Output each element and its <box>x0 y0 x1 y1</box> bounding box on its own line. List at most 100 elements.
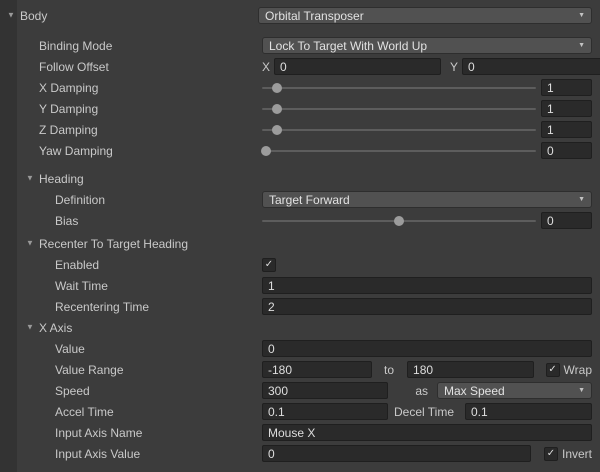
check-icon: ✓ <box>548 365 556 375</box>
axis-y-label: Y <box>450 60 458 74</box>
row-x-damping: X Damping <box>0 77 600 98</box>
check-icon: ✓ <box>265 260 273 270</box>
input-axis-name-label: Input Axis Name <box>55 426 142 440</box>
row-x-axis-header: ▼ X Axis <box>0 317 600 338</box>
yaw-damping-slider[interactable] <box>262 150 536 152</box>
speed-label: Speed <box>55 384 90 398</box>
chevron-down-icon: ▼ <box>578 12 585 19</box>
y-damping-label: Y Damping <box>39 102 98 116</box>
follow-offset-y-field[interactable] <box>462 58 600 75</box>
decel-time-label: Decel Time <box>394 405 454 419</box>
value-range-label: Value Range <box>55 363 124 377</box>
follow-offset-x-field[interactable] <box>274 58 441 75</box>
row-body: ▼ Body Orbital Transposer ▼ <box>0 5 600 26</box>
recentering-time-label: Recentering Time <box>55 300 149 314</box>
slider-handle[interactable] <box>272 125 282 135</box>
invert-checkbox[interactable]: ✓ <box>544 447 558 461</box>
accel-time-label: Accel Time <box>55 405 114 419</box>
binding-mode-dropdown[interactable]: Lock To Target With World Up ▼ <box>262 37 592 54</box>
row-input-axis-value: Input Axis Value ✓ Invert <box>0 443 600 464</box>
binding-mode-value: Lock To Target With World Up <box>269 39 574 53</box>
accel-time-field[interactable] <box>262 403 388 420</box>
row-recentering-time: Recentering Time <box>0 296 600 317</box>
wait-time-field[interactable] <box>262 277 592 294</box>
body-foldout[interactable]: ▼ Body <box>0 9 258 23</box>
row-heading-header: ▼ Heading <box>0 168 600 189</box>
follow-offset-label: Follow Offset <box>39 60 109 74</box>
chevron-down-icon: ▼ <box>578 387 585 394</box>
row-binding-mode: Binding Mode Lock To Target With World U… <box>0 35 600 56</box>
value-range-min-field[interactable] <box>262 361 372 378</box>
check-icon: ✓ <box>547 449 555 459</box>
enabled-label: Enabled <box>55 258 99 272</box>
body-label: Body <box>20 9 47 23</box>
x-axis-foldout[interactable]: ▼ X Axis <box>0 321 258 335</box>
body-type-value: Orbital Transposer <box>265 9 574 23</box>
row-follow-offset: Follow Offset X Y Z <box>0 56 600 77</box>
slider-handle[interactable] <box>261 146 271 156</box>
speed-mode-dropdown[interactable]: Max Speed ▼ <box>437 382 592 399</box>
y-damping-slider[interactable] <box>262 108 536 110</box>
value-label: Value <box>55 342 85 356</box>
heading-label: Heading <box>39 172 84 186</box>
row-wait-time: Wait Time <box>0 275 600 296</box>
bias-slider[interactable] <box>262 220 536 222</box>
z-damping-slider[interactable] <box>262 129 536 131</box>
as-label: as <box>415 384 428 398</box>
z-damping-label: Z Damping <box>39 123 98 137</box>
to-label: to <box>384 363 394 377</box>
x-damping-label: X Damping <box>39 81 98 95</box>
foldout-open-icon[interactable]: ▼ <box>26 174 39 183</box>
foldout-open-icon[interactable]: ▼ <box>26 323 39 332</box>
row-y-damping: Y Damping <box>0 98 600 119</box>
slider-handle[interactable] <box>272 104 282 114</box>
row-accel-time: Accel Time Decel Time <box>0 401 600 422</box>
recenter-label: Recenter To Target Heading <box>39 237 188 251</box>
body-type-dropdown[interactable]: Orbital Transposer ▼ <box>258 7 592 24</box>
row-z-damping: Z Damping <box>0 119 600 140</box>
row-heading-bias: Bias <box>0 210 600 231</box>
axis-value-field[interactable] <box>262 340 592 357</box>
y-damping-field[interactable] <box>541 100 592 117</box>
input-axis-name-field[interactable] <box>262 424 592 441</box>
bias-label: Bias <box>55 214 78 228</box>
chevron-down-icon: ▼ <box>578 42 585 49</box>
wait-time-label: Wait Time <box>55 279 108 293</box>
foldout-open-icon[interactable]: ▼ <box>7 11 20 20</box>
input-axis-value-label: Input Axis Value <box>55 447 140 461</box>
definition-label: Definition <box>55 193 105 207</box>
chevron-down-icon: ▼ <box>578 196 585 203</box>
row-recenter-header: ▼ Recenter To Target Heading <box>0 233 600 254</box>
yaw-damping-label: Yaw Damping <box>39 144 113 158</box>
decel-time-field[interactable] <box>465 403 592 420</box>
row-input-axis-name: Input Axis Name <box>0 422 600 443</box>
value-range-max-field[interactable] <box>407 361 534 378</box>
row-yaw-damping: Yaw Damping <box>0 140 600 161</box>
speed-mode-value: Max Speed <box>444 384 574 398</box>
recentering-time-field[interactable] <box>262 298 592 315</box>
input-axis-value-field[interactable] <box>262 445 531 462</box>
x-damping-slider[interactable] <box>262 87 536 89</box>
z-damping-field[interactable] <box>541 121 592 138</box>
cinemachine-body-inspector: ▼ Body Orbital Transposer ▼ Binding Mode… <box>0 0 600 472</box>
row-heading-definition: Definition Target Forward ▼ <box>0 189 600 210</box>
enabled-checkbox[interactable]: ✓ <box>262 258 276 272</box>
speed-field[interactable] <box>262 382 388 399</box>
definition-dropdown[interactable]: Target Forward ▼ <box>262 191 592 208</box>
foldout-open-icon[interactable]: ▼ <box>26 239 39 248</box>
recenter-foldout[interactable]: ▼ Recenter To Target Heading <box>0 237 258 251</box>
invert-label: Invert <box>562 447 592 461</box>
x-axis-label: X Axis <box>39 321 72 335</box>
x-damping-field[interactable] <box>541 79 592 96</box>
yaw-damping-field[interactable] <box>541 142 592 159</box>
binding-mode-label: Binding Mode <box>39 39 112 53</box>
wrap-checkbox[interactable]: ✓ <box>546 363 560 377</box>
slider-handle[interactable] <box>272 83 282 93</box>
row-recenter-enabled: Enabled ✓ <box>0 254 600 275</box>
slider-handle[interactable] <box>394 216 404 226</box>
definition-value: Target Forward <box>269 193 574 207</box>
row-value-range: Value Range to ✓ Wrap <box>0 359 600 380</box>
heading-foldout[interactable]: ▼ Heading <box>0 172 258 186</box>
row-speed: Speed as Max Speed ▼ <box>0 380 600 401</box>
bias-field[interactable] <box>541 212 592 229</box>
